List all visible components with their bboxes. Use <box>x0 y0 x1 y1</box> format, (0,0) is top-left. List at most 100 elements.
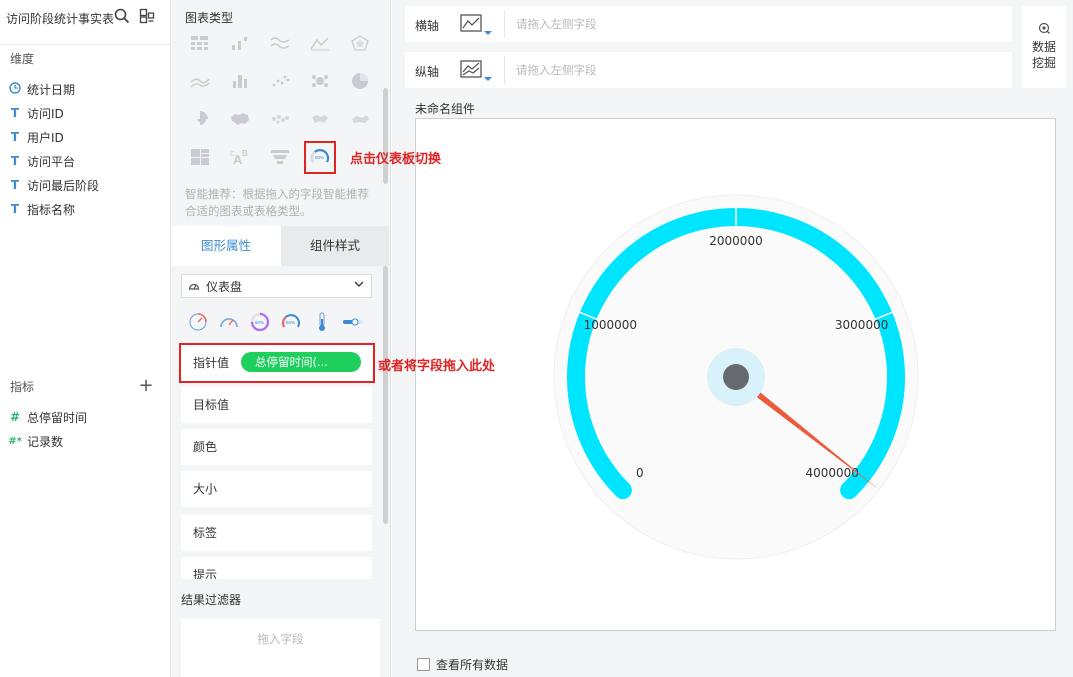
chart-type-select[interactable]: 仪表盘 <box>181 274 372 298</box>
chart-canvas: 0 1000000 2000000 3000000 4000000 <box>415 118 1056 631</box>
axis-divider <box>504 56 505 84</box>
gauge-tick-label: 3000000 <box>835 318 888 332</box>
svg-text:60%: 60% <box>255 320 264 325</box>
word-cloud-icon[interactable]: ABC <box>227 146 253 168</box>
selected-chart-type: 仪表盘 <box>206 279 243 294</box>
component-name[interactable]: 未命名组件 <box>415 100 475 117</box>
chart-type-title: 图表类型 <box>185 11 234 25</box>
tab-shape-properties[interactable]: 图形属性 <box>171 226 281 266</box>
data-mining-button[interactable]: 数据挖掘 <box>1022 6 1066 88</box>
text-icon: T <box>10 154 20 168</box>
measures-heading: 指标 <box>10 380 35 394</box>
y-axis-chart-icon[interactable] <box>457 58 497 84</box>
clock-icon <box>8 81 22 97</box>
pointer-value-highlight <box>179 343 375 383</box>
dimension-field-date[interactable]: 统计日期 <box>8 79 75 99</box>
field-label: 用户ID <box>27 130 64 145</box>
search-icon[interactable] <box>114 8 130 24</box>
bubble-chart-icon[interactable] <box>307 70 333 92</box>
label-dropzone[interactable]: 标签 <box>181 515 372 551</box>
chevron-down-icon <box>353 278 365 293</box>
cross-table-chart-icon[interactable] <box>187 32 213 54</box>
size-dropzone[interactable]: 大小 <box>181 471 372 507</box>
svg-text:C: C <box>230 151 235 158</box>
dimension-field[interactable]: T 指标名称 <box>8 199 75 219</box>
y-axis-label: 纵轴 <box>415 65 440 79</box>
x-axis-dropzone[interactable]: 横轴 请拖入左侧字段 <box>405 6 1012 42</box>
line-chart-icon[interactable] <box>307 32 333 54</box>
x-axis-chart-icon[interactable] <box>457 12 497 38</box>
chart-area: 横轴 请拖入左侧字段 纵轴 请拖入左侧字段 数据挖掘 未命名组件 0 100000… <box>392 0 1073 677</box>
field-label: 统计日期 <box>27 82 76 97</box>
data-mining-icon <box>1022 22 1066 37</box>
gauge-style-slider-icon[interactable] <box>340 310 366 334</box>
field-label: 记录数 <box>27 434 64 449</box>
column-chart-icon[interactable] <box>227 70 253 92</box>
x-axis-label: 横轴 <box>415 19 440 33</box>
view-all-data-checkbox[interactable]: 查看所有数据 <box>417 656 508 673</box>
layout-icon[interactable] <box>139 8 155 24</box>
gauge-tick-label: 2000000 <box>709 234 762 248</box>
rose-chart-icon[interactable] <box>187 108 213 130</box>
checkbox-box[interactable] <box>417 658 430 671</box>
view-all-label: 查看所有数据 <box>436 658 509 672</box>
dimension-field[interactable]: T 用户ID <box>8 127 64 147</box>
hash-star-icon: #* <box>8 435 22 447</box>
measure-field[interactable]: #* 记录数 <box>8 431 63 451</box>
dimension-field[interactable]: T 访问平台 <box>8 151 75 171</box>
text-icon: T <box>10 178 20 192</box>
target-value-dropzone[interactable]: 目标值 <box>181 387 372 423</box>
dimension-field[interactable]: T 访问最后阶段 <box>8 175 99 195</box>
gauge-type-highlight <box>304 141 336 174</box>
color-dropzone[interactable]: 颜色 <box>181 429 372 465</box>
plus-icon[interactable]: + <box>138 375 154 396</box>
measure-field[interactable]: # 总停留时间 <box>8 407 87 427</box>
area-chart-icon[interactable] <box>187 70 213 92</box>
flow-map-icon[interactable] <box>307 108 333 130</box>
hash-icon: # <box>9 410 21 424</box>
chart-types-scrollbar[interactable] <box>383 88 388 184</box>
drag-field-annotation: 或者将字段拖入此处 <box>378 359 496 374</box>
dataset-title: 访问阶段统计事实表 <box>6 12 115 26</box>
map-chart-icon[interactable] <box>227 108 253 130</box>
result-filter-dropzone[interactable]: 拖入字段 <box>181 619 380 677</box>
gauge-style-dial-icon[interactable] <box>185 310 211 334</box>
gauge-style-percent-icon[interactable]: 60% <box>278 310 304 334</box>
field-label: 访问ID <box>27 106 64 121</box>
y-axis-dropzone[interactable]: 纵轴 请拖入左侧字段 <box>405 52 1012 88</box>
pie-chart-icon[interactable] <box>347 70 373 92</box>
switch-gauge-annotation: 点击仪表板切换 <box>350 152 442 167</box>
scatter-chart-icon[interactable] <box>267 70 293 92</box>
field-label: 访问平台 <box>27 154 76 169</box>
radar-chart-icon[interactable] <box>347 32 373 54</box>
result-filter-title: 结果过滤器 <box>181 593 242 607</box>
wave-chart-icon[interactable] <box>267 32 293 54</box>
gauge-style-ring-icon[interactable]: 60% <box>247 310 273 334</box>
field-label: 访问最后阶段 <box>27 178 100 193</box>
gauge-style-arc-icon[interactable] <box>216 310 242 334</box>
x-axis-placeholder: 请拖入左侧字段 <box>516 17 597 31</box>
text-icon: T <box>10 202 20 216</box>
gauge-tick-label: 1000000 <box>584 318 637 332</box>
dimensions-heading: 维度 <box>10 52 35 66</box>
tooltip-dropzone[interactable]: 提示 <box>181 557 372 579</box>
treemap-chart-icon[interactable] <box>187 146 213 168</box>
svg-text:60%: 60% <box>286 320 295 325</box>
bar-chart-icon[interactable] <box>227 32 253 54</box>
gauge-style-thermometer-icon[interactable] <box>309 310 335 334</box>
config-panel: 图表类型 ABC 60% 智能推荐：根据拖入的字段智能推荐合适的图表或表格类型。… <box>171 0 391 677</box>
field-label: 总停留时间 <box>27 410 88 425</box>
field-label: 指标名称 <box>27 202 76 217</box>
axis-divider <box>504 10 505 38</box>
point-map-icon[interactable] <box>267 108 293 130</box>
smart-recommend-hint: 智能推荐：根据拖入的字段智能推荐合适的图表或表格类型。 <box>185 187 369 218</box>
svg-text:B: B <box>242 149 248 158</box>
dimension-field[interactable]: T 访问ID <box>8 103 64 123</box>
tab-component-style[interactable]: 组件样式 <box>281 226 389 266</box>
heat-map-icon[interactable] <box>347 108 373 130</box>
gauge-hub <box>723 364 749 390</box>
funnel-chart-icon[interactable] <box>267 146 293 168</box>
properties-scrollbar[interactable] <box>383 266 388 524</box>
y-axis-placeholder: 请拖入左侧字段 <box>516 63 597 77</box>
text-icon: T <box>10 106 20 120</box>
